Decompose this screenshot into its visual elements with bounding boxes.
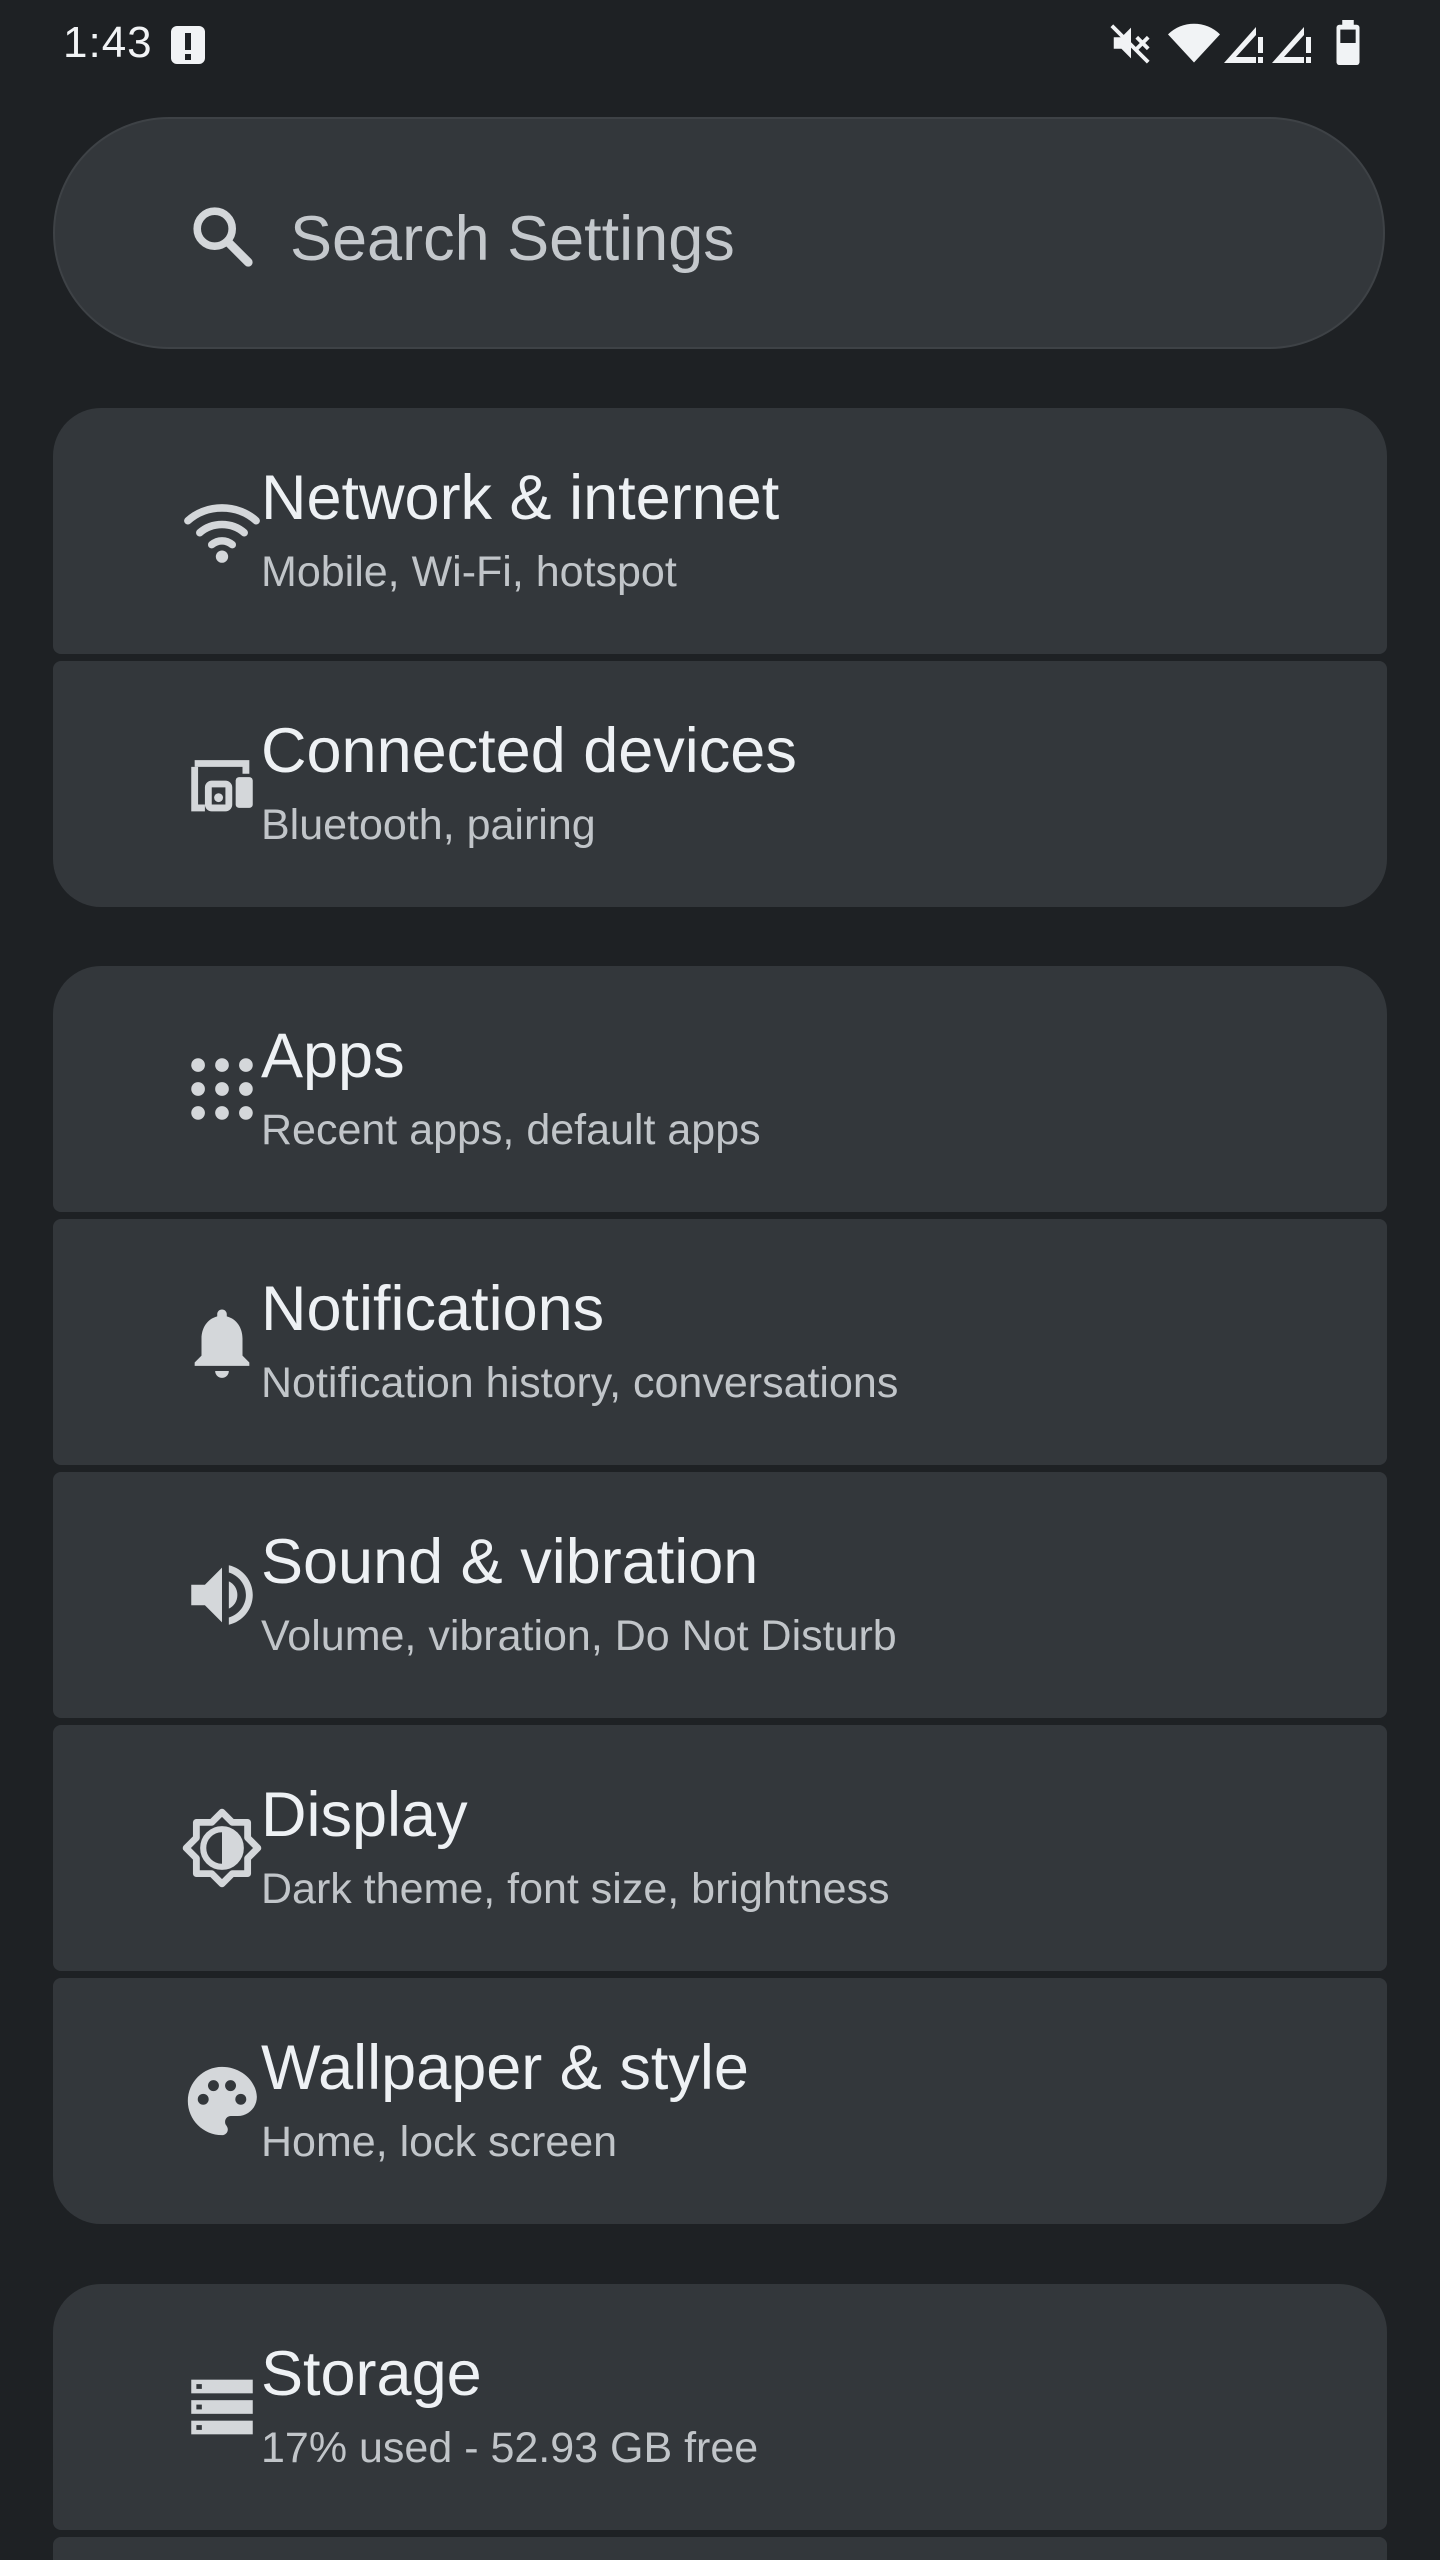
apps-grid-icon [191,1058,253,1120]
settings-item-title: Storage [261,2339,482,2409]
settings-item-subtitle: Bluetooth, pairing [261,801,596,849]
brightness-icon [182,1808,262,1888]
signal-icon [1224,27,1263,63]
status-bar: 1:43 [0,0,1440,90]
storage-icon [191,2379,253,2435]
settings-item-apps[interactable]: Apps Recent apps, default apps [53,966,1387,1212]
settings-item-wallpaper[interactable]: Wallpaper & style Home, lock screen [53,1978,1387,2224]
settings-item-subtitle: Dark theme, font size, brightness [261,1865,890,1913]
signal-icon [1272,27,1311,63]
bell-icon [194,1309,250,1378]
settings-item-network[interactable]: Network & internet Mobile, Wi-Fi, hotspo… [53,408,1387,654]
alert-notification-icon [171,26,205,64]
settings-item-title: Notifications [261,1274,605,1344]
settings-item-connected-devices[interactable]: Connected devices Bluetooth, pairing [53,661,1387,907]
status-time: 1:43 [63,18,153,67]
settings-item-title: Apps [261,1021,405,1091]
devices-icon [191,760,253,812]
settings-item-subtitle: Mobile, Wi-Fi, hotspot [261,548,677,596]
settings-item-subtitle: Volume, vibration, Do Not Disturb [261,1612,897,1660]
settings-item-subtitle: Home, lock screen [261,2118,618,2166]
settings-item-storage[interactable]: Storage 17% used - 52.93 GB free [53,2284,1387,2530]
battery-icon [1336,20,1360,66]
wifi-icon [184,504,260,563]
settings-item-title: Display [261,1780,468,1850]
settings-item-display[interactable]: Display Dark theme, font size, brightnes… [53,1725,1387,1971]
settings-item-title: Wallpaper & style [261,2033,749,2103]
search-icon [193,207,253,267]
settings-item-notifications[interactable]: Notifications Notification history, conv… [53,1219,1387,1465]
speaker-icon [191,1565,253,1625]
wifi-icon [1168,23,1220,63]
settings-item-title: Connected devices [261,716,797,786]
search-bar[interactable]: Search Settings [53,117,1385,349]
settings-item-title: Network & internet [261,463,780,533]
palette-icon [187,2066,257,2136]
settings-item-next[interactable] [53,2537,1387,2560]
settings-item-title: Sound & vibration [261,1527,759,1597]
settings-item-sound[interactable]: Sound & vibration Volume, vibration, Do … [53,1472,1387,1718]
mute-icon [1110,24,1150,64]
settings-item-subtitle: Notification history, conversations [261,1359,899,1407]
settings-item-subtitle: Recent apps, default apps [261,1106,761,1154]
settings-item-subtitle: 17% used - 52.93 GB free [261,2424,759,2472]
search-placeholder: Search Settings [290,204,735,274]
